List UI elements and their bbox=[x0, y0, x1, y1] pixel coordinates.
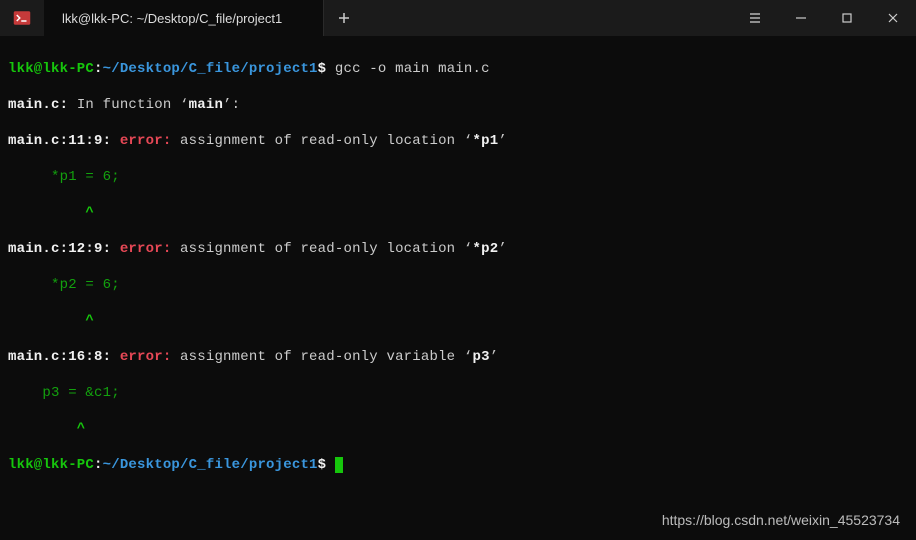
tab-title: lkk@lkk-PC: ~/Desktop/C_file/project1 bbox=[62, 11, 282, 26]
close-button[interactable] bbox=[870, 0, 916, 36]
maximize-icon bbox=[841, 12, 853, 24]
prompt-line-2: lkk@lkk-PC:~/Desktop/C_file/project1$ bbox=[8, 456, 908, 474]
watermark: https://blog.csdn.net/weixin_45523734 bbox=[662, 512, 900, 528]
prompt-path: ~/Desktop/C_file/project1 bbox=[103, 61, 318, 77]
error-msg: assignment of read-only location ‘ bbox=[171, 241, 472, 257]
error-2-code: *p2 = 6; bbox=[8, 276, 908, 294]
window-controls bbox=[778, 0, 916, 36]
plus-icon bbox=[338, 12, 350, 24]
intro-after: ’: bbox=[223, 97, 240, 113]
error-1: main.c:11:9: error: assignment of read-o… bbox=[8, 132, 908, 150]
prompt-line-1: lkk@lkk-PC:~/Desktop/C_file/project1$ gc… bbox=[8, 60, 908, 78]
titlebar-spacer bbox=[364, 0, 732, 36]
terminal-output[interactable]: lkk@lkk-PC:~/Desktop/C_file/project1$ gc… bbox=[0, 36, 916, 498]
error-3-code: p3 = &c1; bbox=[8, 384, 908, 402]
prompt-colon: : bbox=[94, 61, 103, 77]
error-label: error: bbox=[120, 241, 172, 257]
terminal-icon bbox=[13, 9, 31, 27]
command-text: gcc -o main main.c bbox=[326, 61, 489, 77]
menu-button[interactable] bbox=[732, 0, 778, 36]
minimize-button[interactable] bbox=[778, 0, 824, 36]
func-name: main bbox=[189, 97, 223, 113]
minimize-icon bbox=[795, 12, 807, 24]
file-label: main.c: bbox=[8, 97, 68, 113]
error-1-caret: ^ bbox=[8, 204, 908, 222]
error-label: error: bbox=[120, 133, 172, 149]
prompt-userhost: lkk@lkk-PC bbox=[8, 61, 94, 77]
prompt-path: ~/Desktop/C_file/project1 bbox=[103, 457, 318, 473]
error-loc: main.c:11:9: bbox=[8, 133, 111, 149]
error-3-caret: ^ bbox=[8, 420, 908, 438]
prompt-userhost: lkk@lkk-PC bbox=[8, 457, 94, 473]
error-2-caret: ^ bbox=[8, 312, 908, 330]
error-label: error: bbox=[120, 349, 172, 365]
intro-text: In function ‘ bbox=[68, 97, 188, 113]
error-sym: *p1 bbox=[473, 133, 499, 149]
prompt-colon: : bbox=[94, 457, 103, 473]
error-loc: main.c:16:8: bbox=[8, 349, 111, 365]
error-after: ’ bbox=[490, 349, 499, 365]
error-sym: *p2 bbox=[473, 241, 499, 257]
hamburger-icon bbox=[748, 12, 762, 24]
compiler-intro: main.c: In function ‘main’: bbox=[8, 96, 908, 114]
titlebar: lkk@lkk-PC: ~/Desktop/C_file/project1 bbox=[0, 0, 916, 36]
prompt-dollar: $ bbox=[318, 457, 327, 473]
app-icon bbox=[0, 0, 44, 36]
new-tab-button[interactable] bbox=[324, 0, 364, 36]
error-sym: p3 bbox=[473, 349, 490, 365]
maximize-button[interactable] bbox=[824, 0, 870, 36]
error-msg: assignment of read-only variable ‘ bbox=[171, 349, 472, 365]
error-loc: main.c:12:9: bbox=[8, 241, 111, 257]
error-2: main.c:12:9: error: assignment of read-o… bbox=[8, 240, 908, 258]
error-1-code: *p1 = 6; bbox=[8, 168, 908, 186]
error-msg: assignment of read-only location ‘ bbox=[171, 133, 472, 149]
close-icon bbox=[887, 12, 899, 24]
cursor bbox=[335, 457, 343, 473]
error-after: ’ bbox=[498, 241, 507, 257]
prompt-dollar: $ bbox=[318, 61, 327, 77]
error-after: ’ bbox=[498, 133, 507, 149]
error-3: main.c:16:8: error: assignment of read-o… bbox=[8, 348, 908, 366]
tab-active[interactable]: lkk@lkk-PC: ~/Desktop/C_file/project1 bbox=[44, 0, 324, 36]
